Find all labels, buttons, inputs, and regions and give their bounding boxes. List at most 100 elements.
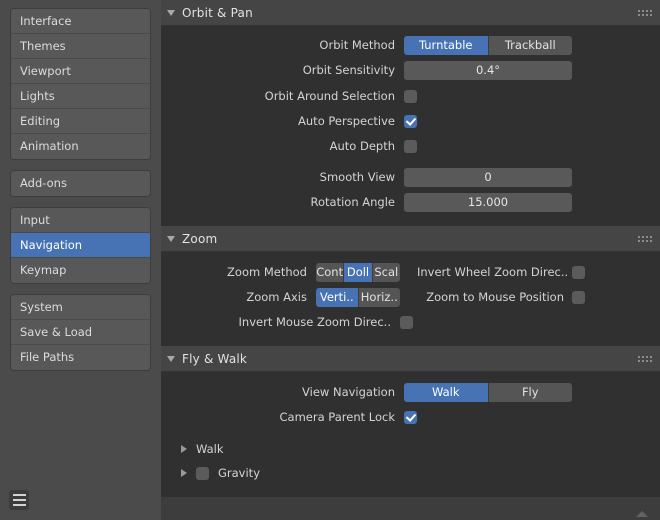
row-rotation-angle: Rotation Angle 15.000 [161, 191, 660, 213]
sidebar-item-label: Add-ons [20, 176, 67, 190]
invert-mouse-zoom-checkbox[interactable] [400, 316, 413, 329]
camera-parent-lock-label: Camera Parent Lock [173, 410, 404, 424]
orbit-around-selection-label: Orbit Around Selection [173, 89, 404, 103]
row-orbit-sensitivity: Orbit Sensitivity 0.4° [161, 59, 660, 81]
sidebar-group-general: Interface Themes Viewport Lights Editing… [10, 8, 151, 160]
zoom-method-label: Zoom Method [173, 265, 316, 279]
sidebar-group-system: System Save & Load File Paths [10, 294, 151, 371]
hamburger-bar [13, 499, 26, 501]
view-navigation-option-walk[interactable]: Walk [404, 383, 489, 402]
auto-depth-checkbox[interactable] [404, 140, 417, 153]
sidebar-item-label: Input [20, 213, 50, 227]
invert-wheel-zoom-label: Invert Wheel Zoom Direc.. [417, 265, 572, 279]
hamburger-bar [13, 504, 26, 506]
sidebar-item-label: Animation [20, 139, 79, 153]
sidebar-item-label: File Paths [20, 350, 74, 364]
drag-grip-icon[interactable] [638, 236, 652, 242]
subsection-walk-label: Walk [196, 442, 224, 456]
chevron-down-icon[interactable] [167, 236, 175, 242]
hamburger-bar [13, 494, 26, 496]
row-zoom-method: Zoom Method Cont Doll Scal Invert Wheel … [161, 261, 660, 283]
sidebar-item-system[interactable]: System [11, 295, 150, 320]
sidebar: Interface Themes Viewport Lights Editing… [0, 0, 161, 520]
zoom-method-option-dolly[interactable]: Doll [344, 263, 372, 282]
sidebar-item-animation[interactable]: Animation [11, 134, 150, 159]
chevron-down-icon[interactable] [167, 356, 175, 362]
section-title: Fly & Walk [182, 352, 247, 366]
row-auto-perspective: Auto Perspective [161, 110, 660, 132]
subsection-gravity[interactable]: Gravity [161, 461, 660, 485]
zoom-to-mouse-position-label: Zoom to Mouse Position [417, 290, 572, 304]
auto-depth-label: Auto Depth [173, 139, 404, 153]
row-orbit-around-selection: Orbit Around Selection [161, 85, 660, 107]
row-view-navigation: View Navigation Walk Fly [161, 381, 660, 403]
sidebar-item-viewport[interactable]: Viewport [11, 59, 150, 84]
section-title: Zoom [182, 232, 217, 246]
sidebar-item-label: Navigation [20, 238, 82, 252]
view-navigation-option-fly[interactable]: Fly [489, 383, 573, 402]
row-orbit-method: Orbit Method Turntable Trackball [161, 34, 660, 56]
subsection-walk[interactable]: Walk [161, 437, 660, 461]
sidebar-item-file-paths[interactable]: File Paths [11, 345, 150, 370]
view-navigation-toggle-group[interactable]: Walk Fly [404, 383, 572, 402]
orbit-method-option-trackball[interactable]: Trackball [489, 36, 573, 55]
orbit-method-option-turntable[interactable]: Turntable [404, 36, 489, 55]
gravity-checkbox[interactable] [196, 467, 209, 480]
rotation-angle-label: Rotation Angle [173, 195, 404, 209]
sidebar-group-addons: Add-ons [10, 170, 151, 197]
camera-parent-lock-checkbox[interactable] [404, 411, 417, 424]
orbit-method-toggle-group[interactable]: Turntable Trackball [404, 36, 572, 55]
drag-grip-icon[interactable] [638, 356, 652, 362]
zoom-method-option-scale[interactable]: Scal [373, 263, 400, 282]
section-body-zoom: Zoom Method Cont Doll Scal Invert Wheel … [161, 252, 660, 344]
zoom-axis-toggle-group[interactable]: Verti.. Horiz.. [316, 288, 400, 307]
invert-mouse-zoom-label: Invert Mouse Zoom Direc.. [173, 315, 400, 329]
zoom-method-option-continue[interactable]: Cont [316, 263, 344, 282]
chevron-down-icon[interactable] [167, 10, 175, 16]
invert-wheel-zoom-checkbox[interactable] [572, 266, 585, 279]
zoom-to-mouse-position-checkbox[interactable] [572, 291, 585, 304]
row-auto-depth: Auto Depth [161, 135, 660, 157]
section-body-orbit-pan: Orbit Method Turntable Trackball Orbit S… [161, 26, 660, 224]
sidebar-item-addons[interactable]: Add-ons [11, 171, 150, 196]
section-header-zoom[interactable]: Zoom [161, 226, 660, 252]
zoom-axis-label: Zoom Axis [173, 290, 316, 304]
sidebar-item-navigation[interactable]: Navigation [11, 233, 150, 258]
sidebar-item-label: Editing [20, 114, 60, 128]
zoom-axis-option-horizontal[interactable]: Horiz.. [359, 288, 401, 307]
sidebar-item-lights[interactable]: Lights [11, 84, 150, 109]
orbit-method-label: Orbit Method [173, 38, 404, 52]
subsection-gravity-label: Gravity [218, 466, 260, 480]
sidebar-item-interface[interactable]: Interface [11, 9, 150, 34]
sidebar-item-label: Interface [20, 14, 72, 28]
section-title: Orbit & Pan [182, 6, 253, 20]
chevron-right-icon[interactable] [181, 469, 187, 477]
sidebar-item-label: Save & Load [20, 325, 92, 339]
sidebar-item-input[interactable]: Input [11, 208, 150, 233]
sidebar-item-label: Keymap [20, 263, 66, 277]
zoom-axis-option-vertical[interactable]: Verti.. [316, 288, 359, 307]
auto-perspective-label: Auto Perspective [173, 114, 404, 128]
orbit-sensitivity-field[interactable]: 0.4° [404, 61, 572, 80]
smooth-view-field[interactable]: 0 [404, 168, 572, 187]
hamburger-menu-icon[interactable] [9, 490, 29, 510]
row-zoom-axis: Zoom Axis Verti.. Horiz.. Zoom to Mouse … [161, 286, 660, 308]
sidebar-item-themes[interactable]: Themes [11, 34, 150, 59]
rotation-angle-field[interactable]: 15.000 [404, 193, 572, 212]
zoom-method-toggle-group[interactable]: Cont Doll Scal [316, 263, 400, 282]
sidebar-item-editing[interactable]: Editing [11, 109, 150, 134]
section-header-fly-walk[interactable]: Fly & Walk [161, 346, 660, 372]
scroll-up-chevron-icon[interactable] [636, 511, 648, 517]
orbit-around-selection-checkbox[interactable] [404, 90, 417, 103]
sidebar-item-keymap[interactable]: Keymap [11, 258, 150, 283]
auto-perspective-checkbox[interactable] [404, 115, 417, 128]
row-smooth-view: Smooth View 0 [161, 166, 660, 188]
view-navigation-label: View Navigation [173, 385, 404, 399]
drag-grip-icon[interactable] [638, 10, 652, 16]
sidebar-item-save-and-load[interactable]: Save & Load [11, 320, 150, 345]
orbit-sensitivity-label: Orbit Sensitivity [173, 63, 404, 77]
chevron-right-icon[interactable] [181, 445, 187, 453]
sidebar-item-label: Viewport [20, 64, 71, 78]
sidebar-item-label: Lights [20, 89, 55, 103]
section-header-orbit-pan[interactable]: Orbit & Pan [161, 0, 660, 26]
